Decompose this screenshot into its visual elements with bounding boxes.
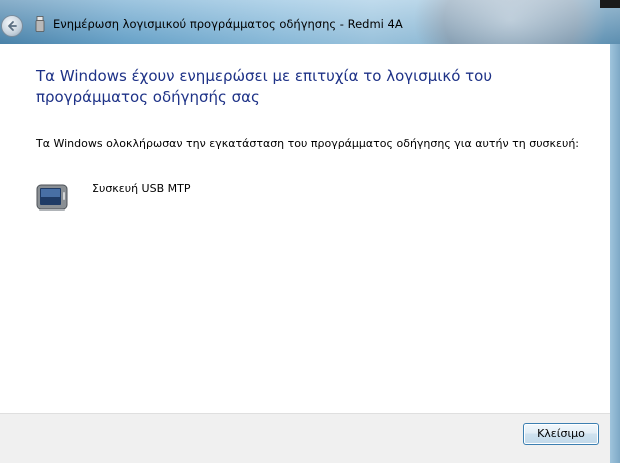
window-control-edge [600,0,620,8]
info-text: Τα Windows ολοκλήρωσαν την εγκατάσταση τ… [36,137,579,150]
window-title: Ενημέρωση λογισμικού προγράμματος οδήγησ… [53,17,403,31]
footer-bar [0,413,610,463]
device-name: Συσκευή USB MTP [92,182,191,195]
main-heading: Τα Windows έχουν ενημερώσει με επιτυχία … [36,67,493,106]
close-button[interactable]: Κλείσιμο [523,423,599,445]
back-button[interactable] [1,15,23,37]
title-bar: Ενημέρωση λογισμικού προγράμματος οδήγησ… [0,0,620,44]
usb-icon [35,16,45,32]
window-frame-right [610,44,620,463]
back-arrow-icon [8,21,17,31]
portable-device-icon [36,184,68,211]
